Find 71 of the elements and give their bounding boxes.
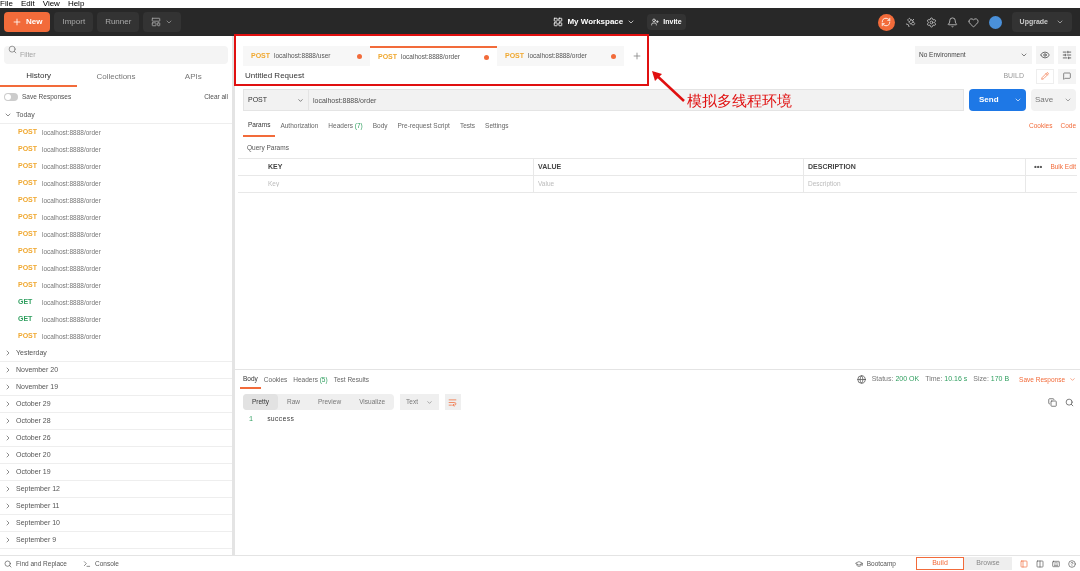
menu-item[interactable]: View xyxy=(42,0,60,8)
caret-icon xyxy=(297,96,304,104)
pencil-icon xyxy=(1041,72,1049,80)
sidebar-tab[interactable]: APIs xyxy=(154,67,232,87)
chevron-icon xyxy=(4,451,12,459)
caret-icon xyxy=(1056,18,1064,26)
eye-button[interactable] xyxy=(1036,46,1054,64)
comments-button[interactable] xyxy=(1058,68,1076,84)
chevron-icon xyxy=(4,468,12,476)
settings-icon[interactable] xyxy=(925,16,937,28)
chevron-icon xyxy=(4,383,12,391)
layout-button[interactable] xyxy=(143,12,182,32)
help-icon[interactable] xyxy=(1068,559,1076,568)
edit-button[interactable] xyxy=(1036,68,1054,84)
sidebar-tab[interactable]: Collections xyxy=(77,67,155,87)
bell-icon[interactable] xyxy=(946,16,958,28)
layout-icon xyxy=(151,17,162,27)
sliders-icon xyxy=(1062,50,1072,60)
caret-icon xyxy=(1014,96,1022,104)
graduation-cap-icon xyxy=(854,559,863,568)
request-name: Untitled Request xyxy=(245,70,305,82)
user-plus-icon xyxy=(651,18,660,26)
sync-icon[interactable] xyxy=(877,13,895,31)
menu-item[interactable]: File xyxy=(0,0,13,8)
send-button[interactable]: Send xyxy=(969,89,1026,111)
wrap-button[interactable] xyxy=(444,394,461,410)
more-button[interactable]: ••• xyxy=(1026,160,1051,173)
comment-icon xyxy=(1063,72,1071,80)
heart-icon[interactable] xyxy=(967,16,979,28)
chevron-icon xyxy=(4,400,12,408)
sidebar-tab[interactable]: History xyxy=(0,67,78,87)
satellite-icon[interactable] xyxy=(904,16,916,28)
annotation-text: 模拟多线程环境 xyxy=(687,91,792,111)
chevron-icon xyxy=(4,519,12,527)
panel-icon[interactable] xyxy=(1020,559,1028,568)
caret-icon xyxy=(1020,51,1028,59)
save-button[interactable]: Save xyxy=(1031,89,1076,111)
settings-button[interactable] xyxy=(1058,46,1076,64)
chevron-icon xyxy=(4,536,12,544)
annotation-arrow xyxy=(650,69,686,103)
caret-icon xyxy=(1064,96,1072,104)
chevron-icon xyxy=(4,349,12,357)
terminal-icon xyxy=(82,559,91,568)
chevron-icon xyxy=(4,502,12,510)
chevron-icon xyxy=(4,111,12,119)
search-icon xyxy=(4,559,12,568)
menu-item[interactable]: Help xyxy=(67,0,85,8)
copy-icon[interactable] xyxy=(1048,397,1057,407)
globe-icon[interactable] xyxy=(856,375,866,384)
columns-icon[interactable] xyxy=(1036,559,1044,568)
caret-icon xyxy=(425,398,433,406)
caret-icon xyxy=(1069,376,1076,383)
header-button[interactable]: Import xyxy=(54,12,94,32)
chevron-icon xyxy=(4,417,12,425)
caret-icon xyxy=(165,18,174,26)
workspace-selector[interactable]: My Workspace xyxy=(553,16,636,28)
chevron-icon xyxy=(4,485,12,493)
new-tab-icon[interactable] xyxy=(632,51,642,61)
grid-icon xyxy=(553,17,564,27)
wrap-icon xyxy=(448,397,458,407)
save-responses-toggle[interactable] xyxy=(4,93,18,101)
keyboard-icon[interactable] xyxy=(1052,559,1060,568)
header-button[interactable]: Runner xyxy=(97,12,140,32)
chevron-icon xyxy=(4,366,12,374)
chevron-icon xyxy=(4,434,12,442)
avatar-icon[interactable] xyxy=(988,15,1002,29)
eye-icon xyxy=(1040,50,1050,60)
menu-item[interactable]: Edit xyxy=(20,0,35,8)
search-icon[interactable] xyxy=(1065,397,1074,407)
plus-icon xyxy=(12,17,22,27)
caret-icon xyxy=(627,18,636,26)
